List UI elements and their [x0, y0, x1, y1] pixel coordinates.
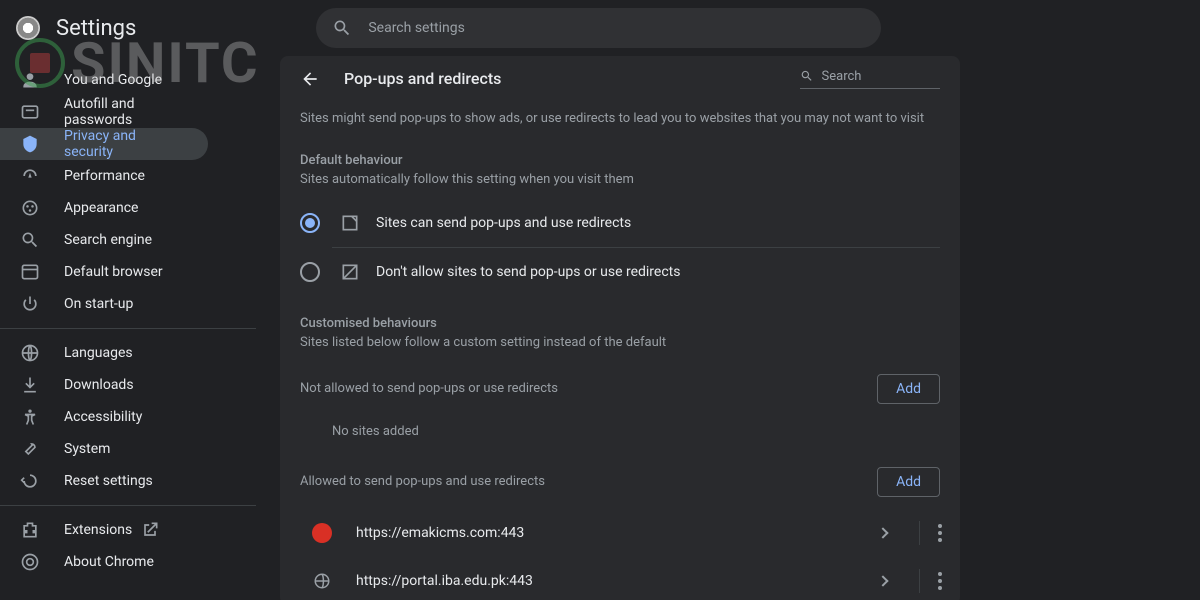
option-block-popups[interactable]: Don't allow sites to send pop-ups or use… [280, 248, 960, 296]
wrench-icon [20, 439, 40, 459]
person-icon [20, 70, 40, 90]
sidebar-item-label: Downloads [64, 377, 134, 393]
more-menu-button[interactable] [919, 569, 940, 593]
settings-card: Pop-ups and redirects Sites might send p… [280, 56, 960, 600]
customised-sub: Sites listed below follow a custom setti… [280, 335, 960, 362]
power-icon [20, 294, 40, 314]
site-url: https://emakicms.com:443 [356, 525, 847, 541]
external-link-icon [140, 520, 160, 540]
search-icon [20, 230, 40, 250]
option-allow-popups[interactable]: Sites can send pop-ups and use redirects [280, 199, 960, 247]
sidebar-item-you-google[interactable]: You and Google [0, 64, 208, 96]
sidebar-item-downloads[interactable]: Downloads [0, 369, 208, 401]
sidebar-item-extensions[interactable]: Extensions [0, 514, 208, 546]
sidebar-item-label: Appearance [64, 200, 138, 216]
sidebar-item-label: Accessibility [64, 409, 142, 425]
sidebar-item-appearance[interactable]: Appearance [0, 192, 208, 224]
radio-unselected-icon [300, 262, 320, 282]
search-input[interactable] [368, 20, 865, 36]
page-title: Pop-ups and redirects [344, 69, 800, 88]
header-title: Settings [56, 16, 136, 41]
radio-selected-icon [300, 213, 320, 233]
sidebar-item-label: Search engine [64, 232, 152, 248]
sidebar-item-autofill[interactable]: Autofill and passwords [0, 96, 208, 128]
back-button[interactable] [300, 69, 320, 89]
divider [0, 328, 256, 329]
sidebar-item-label: Performance [64, 168, 145, 184]
shield-icon [20, 134, 40, 154]
search-icon [800, 68, 814, 84]
sidebar-item-label: Reset settings [64, 473, 153, 489]
sidebar-item-accessibility[interactable]: Accessibility [0, 401, 208, 433]
chrome-icon [20, 552, 40, 572]
browser-icon [20, 262, 40, 282]
sidebar-item-label: System [64, 441, 110, 457]
site-row[interactable]: https://emakicms.com:443 [280, 509, 960, 557]
extension-icon [20, 520, 40, 540]
chrome-logo-icon [16, 16, 40, 40]
default-behaviour-title: Default behaviour [280, 145, 960, 172]
reset-icon [20, 471, 40, 491]
sidebar-item-label: Autofill and passwords [64, 96, 188, 128]
globe-icon [20, 343, 40, 363]
sidebar-item-label: Default browser [64, 264, 163, 280]
sidebar: You and Google Autofill and passwords Pr… [0, 56, 256, 600]
divider [0, 505, 256, 506]
search-icon [332, 18, 352, 38]
chevron-right-icon[interactable] [877, 527, 888, 538]
more-menu-button[interactable] [919, 521, 940, 545]
site-favicon-icon [312, 571, 332, 591]
search-bar[interactable] [316, 8, 881, 48]
option-label: Don't allow sites to send pop-ups or use… [376, 264, 680, 280]
default-behaviour-sub: Sites automatically follow this setting … [280, 172, 960, 199]
content-area: Pop-ups and redirects Sites might send p… [256, 56, 1200, 600]
not-allowed-title: Not allowed to send pop-ups or use redir… [300, 381, 558, 396]
speed-icon [20, 166, 40, 186]
sidebar-item-label: About Chrome [64, 554, 154, 570]
site-row[interactable]: https://portal.iba.edu.pk:443 [280, 557, 960, 600]
page-header: Pop-ups and redirects [280, 56, 960, 101]
sidebar-item-label: Privacy and security [64, 128, 188, 160]
page-description: Sites might send pop-ups to show ads, or… [280, 101, 960, 145]
site-url: https://portal.iba.edu.pk:443 [356, 573, 847, 589]
allowed-header: Allowed to send pop-ups and use redirect… [280, 455, 960, 509]
arrow-back-icon [300, 69, 320, 89]
download-icon [20, 375, 40, 395]
sidebar-item-default-browser[interactable]: Default browser [0, 256, 208, 288]
brush-icon [20, 198, 40, 218]
sidebar-item-label: On start-up [64, 296, 133, 312]
customised-title: Customised behaviours [280, 308, 960, 335]
popup-allow-icon [340, 213, 360, 233]
add-allowed-button[interactable]: Add [877, 467, 940, 497]
page-search-input[interactable] [822, 69, 940, 84]
sidebar-item-startup[interactable]: On start-up [0, 288, 208, 320]
site-favicon-icon [312, 523, 332, 543]
not-allowed-header: Not allowed to send pop-ups or use redir… [280, 362, 960, 416]
chevron-right-icon[interactable] [877, 575, 888, 586]
sidebar-item-privacy[interactable]: Privacy and security [0, 128, 208, 160]
sidebar-item-about[interactable]: About Chrome [0, 546, 208, 578]
sidebar-item-label: You and Google [64, 72, 162, 88]
sidebar-item-reset[interactable]: Reset settings [0, 465, 208, 497]
no-sites-text: No sites added [280, 416, 960, 455]
app-header: Settings [0, 0, 1200, 56]
sidebar-item-search-engine[interactable]: Search engine [0, 224, 208, 256]
accessibility-icon [20, 407, 40, 427]
add-not-allowed-button[interactable]: Add [877, 374, 940, 404]
popup-block-icon [340, 262, 360, 282]
sidebar-item-label: Languages [64, 345, 133, 361]
sidebar-item-system[interactable]: System [0, 433, 208, 465]
sidebar-item-languages[interactable]: Languages [0, 337, 208, 369]
option-label: Sites can send pop-ups and use redirects [376, 215, 631, 231]
sidebar-item-performance[interactable]: Performance [0, 160, 208, 192]
allowed-title: Allowed to send pop-ups and use redirect… [300, 474, 545, 489]
autofill-icon [20, 102, 40, 122]
page-search[interactable] [800, 68, 940, 89]
sidebar-item-label: Extensions [64, 522, 132, 538]
